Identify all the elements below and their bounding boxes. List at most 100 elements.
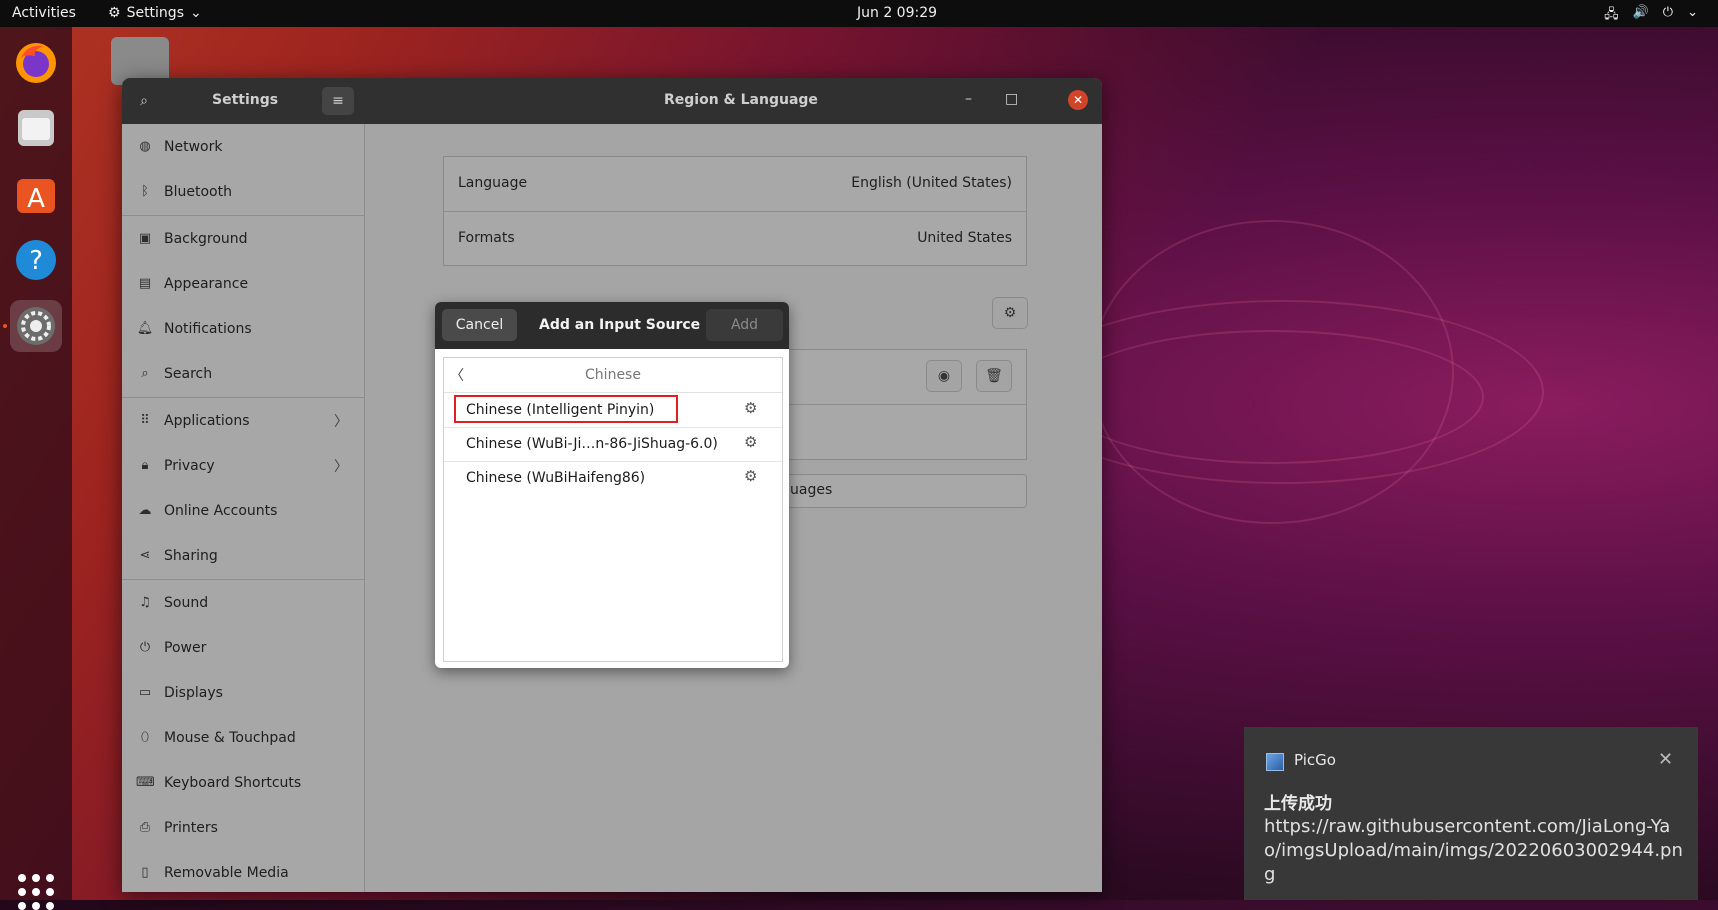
gear-icon: ⚙ bbox=[1003, 305, 1017, 321]
remove-input-button[interactable]: 🗑︎ bbox=[976, 360, 1012, 392]
hamburger-menu-icon[interactable]: ≡ bbox=[322, 87, 354, 115]
activities-button[interactable]: Activities bbox=[12, 5, 76, 21]
display-icon: ▭ bbox=[138, 685, 152, 700]
notification-body: https://raw.githubusercontent.com/JiaLon… bbox=[1264, 816, 1683, 885]
sidebar-item-label: Displays bbox=[164, 684, 223, 701]
top-bar: Activities ⚙ Settings ⌄ Jun 2 09:29 🖧 🔊 … bbox=[0, 0, 1718, 27]
picgo-app-icon bbox=[1266, 753, 1284, 771]
sidebar-item-bluetooth[interactable]: ᛒ Bluetooth bbox=[122, 169, 364, 214]
settings-icon[interactable] bbox=[10, 300, 62, 352]
formats-label: Formats bbox=[458, 230, 515, 246]
share-icon: ⋖ bbox=[139, 548, 151, 563]
clock[interactable]: Jun 2 09:29 bbox=[857, 5, 937, 21]
appearance-icon: ▤ bbox=[138, 276, 152, 291]
sidebar-item-label: Notifications bbox=[164, 320, 252, 337]
music-icon: ♫ bbox=[139, 595, 151, 610]
cloud-icon: ☁ bbox=[138, 503, 152, 518]
settings-gear-icon[interactable]: ⚙ bbox=[744, 467, 757, 485]
software-icon[interactable]: A bbox=[10, 168, 62, 220]
source-label: Chinese (WuBiHaifeng86) bbox=[466, 470, 646, 486]
power-icon: ⏻ bbox=[139, 640, 151, 655]
sidebar-item-displays[interactable]: ▭ Displays bbox=[122, 670, 364, 715]
source-label: Chinese (Intelligent Pinyin) bbox=[466, 402, 655, 418]
cancel-button[interactable]: Cancel bbox=[442, 309, 517, 341]
lock-icon: 🔒︎ bbox=[141, 458, 149, 473]
settings-gear-icon[interactable]: ⚙ bbox=[744, 399, 757, 417]
sidebar-item-sound[interactable]: ♫ Sound bbox=[122, 580, 364, 625]
list-item[interactable]: Chinese (Intelligent Pinyin) ⚙ bbox=[444, 393, 782, 428]
sidebar-item-label: Online Accounts bbox=[164, 502, 278, 519]
sidebar-item-label: Keyboard Shortcuts bbox=[164, 774, 302, 791]
sidebar-item-power[interactable]: ⏻ Power bbox=[122, 625, 364, 670]
bell-icon: 🔔︎ bbox=[136, 321, 154, 336]
apps-icon: ⠿ bbox=[140, 413, 150, 428]
bluetooth-icon: ᛒ bbox=[141, 184, 149, 199]
language-formats-group: Language English (United States) Formats… bbox=[443, 156, 1027, 266]
sidebar-item-label: Bluetooth bbox=[164, 183, 232, 200]
back-to-languages-row[interactable]: 〈 Chinese bbox=[444, 358, 782, 393]
usb-icon: ▯ bbox=[141, 865, 149, 880]
power-menu-icon: ⏻ bbox=[1662, 5, 1674, 20]
dialog-title: Add an Input Source bbox=[539, 317, 701, 333]
input-source-list: 〈 Chinese Chinese (Intelligent Pinyin) ⚙… bbox=[443, 357, 783, 662]
sidebar-item-label: Sharing bbox=[164, 547, 218, 564]
network-icon: ◍ bbox=[139, 139, 151, 154]
close-button[interactable]: ✕ bbox=[1068, 90, 1088, 110]
printer-icon: ⎙ bbox=[139, 820, 151, 835]
sidebar-item-notifications[interactable]: 🔔︎ Notifications bbox=[122, 306, 364, 351]
sidebar-item-removable-media[interactable]: ▯ Removable Media bbox=[122, 850, 364, 892]
svg-text:?: ? bbox=[29, 246, 43, 276]
app-menu-label: Settings bbox=[126, 5, 184, 21]
formats-row[interactable]: Formats United States bbox=[444, 212, 1026, 265]
sidebar-item-mouse-touchpad[interactable]: ⬯ Mouse & Touchpad bbox=[122, 715, 364, 760]
chevron-down-icon: ⌄ bbox=[189, 5, 202, 21]
add-button[interactable]: Add bbox=[706, 309, 783, 341]
language-value: English (United States) bbox=[851, 175, 1012, 191]
sidebar-item-label: Power bbox=[164, 639, 207, 656]
system-tray[interactable]: 🖧 🔊 ⏻ ⌄ bbox=[1604, 5, 1698, 27]
keyboard-icon: ⌨ bbox=[136, 775, 155, 790]
sidebar-item-privacy[interactable]: 🔒︎ Privacy 〉 bbox=[122, 443, 364, 488]
app-menu[interactable]: ⚙ Settings ⌄ bbox=[108, 5, 202, 21]
minimize-button[interactable]: – bbox=[965, 91, 972, 107]
firefox-icon[interactable] bbox=[10, 37, 62, 89]
sidebar-item-label: Search bbox=[164, 365, 213, 382]
dock: A ? bbox=[0, 27, 72, 910]
sidebar-item-online-accounts[interactable]: ☁ Online Accounts bbox=[122, 488, 364, 533]
sidebar-item-search[interactable]: ⌕ Search bbox=[122, 351, 364, 396]
picgo-notification[interactable]: PicGo ✕ 上传成功 https://raw.githubuserconte… bbox=[1244, 727, 1698, 900]
sidebar-item-appearance[interactable]: ▤ Appearance bbox=[122, 261, 364, 306]
sidebar-item-network[interactable]: ◍ Network bbox=[122, 124, 364, 169]
preview-layout-button[interactable]: ◉ bbox=[926, 360, 962, 392]
svg-text:A: A bbox=[27, 184, 45, 214]
search-icon: ⌕ bbox=[141, 366, 149, 381]
list-item[interactable]: Chinese (WuBi-Ji…n-86-JiShuag-6.0) ⚙ bbox=[444, 427, 782, 462]
settings-gear-icon[interactable]: ⚙ bbox=[744, 433, 757, 451]
language-label: Language bbox=[458, 175, 528, 191]
gear-icon: ⚙ bbox=[108, 5, 121, 21]
sidebar-item-background[interactable]: ▣ Background bbox=[122, 216, 364, 261]
manage-languages-label: uages bbox=[790, 482, 833, 498]
chevron-down-icon: ⌄ bbox=[1687, 5, 1698, 20]
dialog-header: Cancel Add an Input Source Add bbox=[435, 302, 789, 349]
input-sources-options-button[interactable]: ⚙ bbox=[992, 297, 1028, 329]
search-icon[interactable]: ⌕ bbox=[128, 87, 160, 115]
files-icon[interactable] bbox=[10, 102, 62, 154]
list-item[interactable]: Chinese (WuBiHaifeng86) ⚙ bbox=[444, 461, 782, 495]
sidebar-item-printers[interactable]: ⎙ Printers bbox=[122, 805, 364, 850]
sidebar-item-label: Privacy bbox=[164, 457, 215, 474]
notification-title: 上传成功 bbox=[1264, 794, 1332, 814]
help-icon[interactable]: ? bbox=[10, 234, 62, 286]
maximize-button[interactable]: □ bbox=[1005, 91, 1018, 107]
sidebar-item-applications[interactable]: ⠿ Applications 〉 bbox=[122, 398, 364, 443]
show-apps-icon[interactable] bbox=[18, 874, 54, 910]
sidebar-item-label: Background bbox=[164, 230, 248, 247]
sidebar-item-keyboard-shortcuts[interactable]: ⌨ Keyboard Shortcuts bbox=[122, 760, 364, 805]
sidebar-item-sharing[interactable]: ⋖ Sharing bbox=[122, 533, 364, 578]
close-icon[interactable]: ✕ bbox=[1658, 749, 1673, 770]
category-label: Chinese bbox=[585, 367, 641, 383]
sidebar-item-label: Applications bbox=[164, 412, 250, 429]
sidebar-item-label: Appearance bbox=[164, 275, 249, 292]
sidebar-item-label: Mouse & Touchpad bbox=[164, 729, 296, 746]
language-row[interactable]: Language English (United States) bbox=[444, 157, 1026, 212]
